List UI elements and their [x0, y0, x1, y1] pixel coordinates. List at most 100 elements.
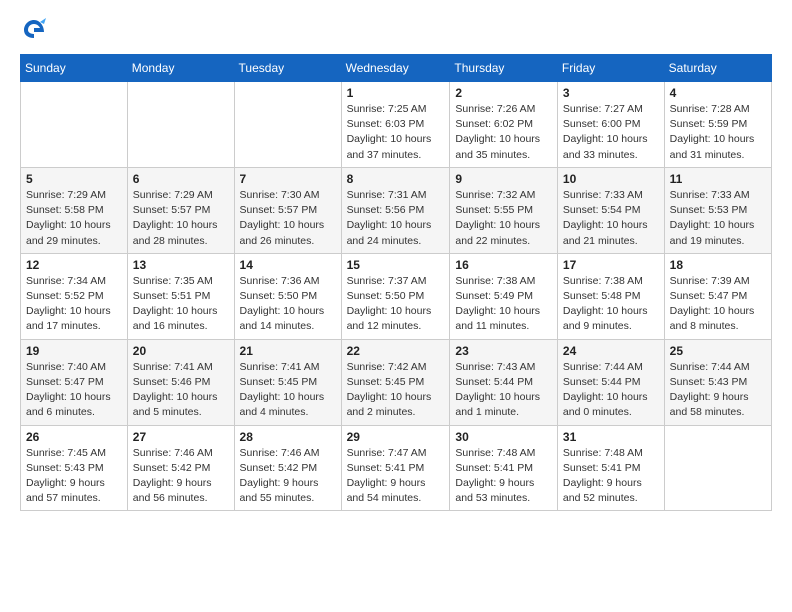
calendar-cell: 12Sunrise: 7:34 AMSunset: 5:52 PMDayligh…: [21, 253, 128, 339]
header-cell-wednesday: Wednesday: [341, 55, 450, 82]
day-number: 31: [563, 430, 659, 444]
day-info: Sunrise: 7:43 AMSunset: 5:44 PMDaylight:…: [455, 360, 552, 421]
calendar-cell: 2Sunrise: 7:26 AMSunset: 6:02 PMDaylight…: [450, 82, 558, 168]
day-info: Sunrise: 7:33 AMSunset: 5:54 PMDaylight:…: [563, 188, 659, 249]
day-info: Sunrise: 7:28 AMSunset: 5:59 PMDaylight:…: [670, 102, 766, 163]
calendar-cell: 5 Sunrise: 7:29 AMSunset: 5:58 PMDaylight…: [21, 167, 128, 253]
day-info: Sunrise: 7:44 AMSunset: 5:44 PMDaylight:…: [563, 360, 659, 421]
logo-icon: [20, 16, 48, 44]
day-number: 20: [133, 344, 229, 358]
header-cell-friday: Friday: [557, 55, 664, 82]
calendar-cell: 15Sunrise: 7:37 AMSunset: 5:50 PMDayligh…: [341, 253, 450, 339]
day-info: Sunrise: 7:25 AMSunset: 6:03 PMDaylight:…: [347, 102, 445, 163]
header-cell-tuesday: Tuesday: [234, 55, 341, 82]
calendar-cell: 3 Sunrise: 7:27 AMSunset: 6:00 PMDaylight…: [557, 82, 664, 168]
day-number: 27: [133, 430, 229, 444]
calendar-cell: 10 Sunrise: 7:33 AMSunset: 5:54 PMDayligh…: [557, 167, 664, 253]
day-info: Sunrise: 7:39 AMSunset: 5:47 PMDaylight:…: [670, 274, 766, 335]
calendar-cell: [21, 82, 128, 168]
calendar-body: 1 Sunrise: 7:25 AMSunset: 6:03 PMDaylight…: [21, 82, 772, 511]
day-number: 26: [26, 430, 122, 444]
day-number: 23: [455, 344, 552, 358]
day-number: 6: [133, 172, 229, 186]
day-info: Sunrise: 7:27 AMSunset: 6:00 PMDaylight:…: [563, 102, 659, 163]
calendar-cell: 13Sunrise: 7:35 AMSunset: 5:51 PMDayligh…: [127, 253, 234, 339]
day-info: Sunrise: 7:46 AMSunset: 5:42 PMDaylight:…: [133, 446, 229, 507]
day-info: Sunrise: 7:30 AMSunset: 5:57 PMDaylight:…: [240, 188, 336, 249]
calendar-cell: 8 Sunrise: 7:31 AMSunset: 5:56 PMDaylight…: [341, 167, 450, 253]
calendar-cell: 20 Sunrise: 7:41 AMSunset: 5:46 PMDayligh…: [127, 339, 234, 425]
day-number: 11: [670, 172, 766, 186]
week-row-2: 5 Sunrise: 7:29 AMSunset: 5:58 PMDaylight…: [21, 167, 772, 253]
day-info: Sunrise: 7:45 AMSunset: 5:43 PMDaylight:…: [26, 446, 122, 507]
day-info: Sunrise: 7:36 AMSunset: 5:50 PMDaylight:…: [240, 274, 336, 335]
day-number: 4: [670, 86, 766, 100]
header-cell-sunday: Sunday: [21, 55, 128, 82]
day-number: 30: [455, 430, 552, 444]
day-number: 28: [240, 430, 336, 444]
calendar-cell: 17Sunrise: 7:38 AMSunset: 5:48 PMDayligh…: [557, 253, 664, 339]
day-info: Sunrise: 7:38 AMSunset: 5:48 PMDaylight:…: [563, 274, 659, 335]
calendar-cell: 25 Sunrise: 7:44 AMSunset: 5:43 PMDayligh…: [664, 339, 771, 425]
header: [20, 16, 772, 44]
calendar-cell: 4 Sunrise: 7:28 AMSunset: 5:59 PMDaylight…: [664, 82, 771, 168]
header-row: SundayMondayTuesdayWednesdayThursdayFrid…: [21, 55, 772, 82]
calendar-cell: 6 Sunrise: 7:29 AMSunset: 5:57 PMDaylight…: [127, 167, 234, 253]
logo: [20, 16, 52, 44]
day-info: Sunrise: 7:29 AMSunset: 5:58 PMDaylight:…: [26, 188, 122, 249]
day-number: 25: [670, 344, 766, 358]
day-number: 18: [670, 258, 766, 272]
day-number: 10: [563, 172, 659, 186]
day-info: Sunrise: 7:40 AMSunset: 5:47 PMDaylight:…: [26, 360, 122, 421]
calendar-cell: [127, 82, 234, 168]
day-info: Sunrise: 7:31 AMSunset: 5:56 PMDaylight:…: [347, 188, 445, 249]
day-info: Sunrise: 7:29 AMSunset: 5:57 PMDaylight:…: [133, 188, 229, 249]
calendar-cell: 29Sunrise: 7:47 AMSunset: 5:41 PMDayligh…: [341, 425, 450, 511]
week-row-3: 12Sunrise: 7:34 AMSunset: 5:52 PMDayligh…: [21, 253, 772, 339]
day-number: 21: [240, 344, 336, 358]
calendar-cell: 18 Sunrise: 7:39 AMSunset: 5:47 PMDayligh…: [664, 253, 771, 339]
day-number: 9: [455, 172, 552, 186]
day-number: 24: [563, 344, 659, 358]
calendar-cell: [664, 425, 771, 511]
day-info: Sunrise: 7:41 AMSunset: 5:45 PMDaylight:…: [240, 360, 336, 421]
day-info: Sunrise: 7:38 AMSunset: 5:49 PMDaylight:…: [455, 274, 552, 335]
day-info: Sunrise: 7:42 AMSunset: 5:45 PMDaylight:…: [347, 360, 445, 421]
header-cell-thursday: Thursday: [450, 55, 558, 82]
calendar-cell: 26 Sunrise: 7:45 AMSunset: 5:43 PMDayligh…: [21, 425, 128, 511]
day-number: 8: [347, 172, 445, 186]
calendar-cell: 27 Sunrise: 7:46 AMSunset: 5:42 PMDayligh…: [127, 425, 234, 511]
calendar-cell: 11 Sunrise: 7:33 AMSunset: 5:53 PMDayligh…: [664, 167, 771, 253]
day-number: 7: [240, 172, 336, 186]
day-info: Sunrise: 7:33 AMSunset: 5:53 PMDaylight:…: [670, 188, 766, 249]
day-number: 2: [455, 86, 552, 100]
day-info: Sunrise: 7:47 AMSunset: 5:41 PMDaylight:…: [347, 446, 445, 507]
calendar-cell: 9 Sunrise: 7:32 AMSunset: 5:55 PMDaylight…: [450, 167, 558, 253]
day-info: Sunrise: 7:41 AMSunset: 5:46 PMDaylight:…: [133, 360, 229, 421]
calendar-cell: 21 Sunrise: 7:41 AMSunset: 5:45 PMDayligh…: [234, 339, 341, 425]
day-number: 3: [563, 86, 659, 100]
calendar-cell: 19 Sunrise: 7:40 AMSunset: 5:47 PMDayligh…: [21, 339, 128, 425]
calendar-cell: 30 Sunrise: 7:48 AMSunset: 5:41 PMDayligh…: [450, 425, 558, 511]
day-number: 14: [240, 258, 336, 272]
day-number: 5: [26, 172, 122, 186]
calendar-cell: [234, 82, 341, 168]
calendar-cell: 24 Sunrise: 7:44 AMSunset: 5:44 PMDayligh…: [557, 339, 664, 425]
day-number: 13: [133, 258, 229, 272]
day-info: Sunrise: 7:48 AMSunset: 5:41 PMDaylight:…: [455, 446, 552, 507]
day-number: 22: [347, 344, 445, 358]
day-number: 19: [26, 344, 122, 358]
calendar-cell: 23 Sunrise: 7:43 AMSunset: 5:44 PMDayligh…: [450, 339, 558, 425]
day-number: 1: [347, 86, 445, 100]
calendar-header: SundayMondayTuesdayWednesdayThursdayFrid…: [21, 55, 772, 82]
day-info: Sunrise: 7:32 AMSunset: 5:55 PMDaylight:…: [455, 188, 552, 249]
calendar-cell: 14 Sunrise: 7:36 AMSunset: 5:50 PMDayligh…: [234, 253, 341, 339]
header-cell-monday: Monday: [127, 55, 234, 82]
calendar-cell: 22 Sunrise: 7:42 AMSunset: 5:45 PMDayligh…: [341, 339, 450, 425]
day-number: 16: [455, 258, 552, 272]
calendar-cell: 1 Sunrise: 7:25 AMSunset: 6:03 PMDaylight…: [341, 82, 450, 168]
calendar-cell: 7 Sunrise: 7:30 AMSunset: 5:57 PMDaylight…: [234, 167, 341, 253]
calendar-table: SundayMondayTuesdayWednesdayThursdayFrid…: [20, 54, 772, 511]
week-row-1: 1 Sunrise: 7:25 AMSunset: 6:03 PMDaylight…: [21, 82, 772, 168]
day-info: Sunrise: 7:44 AMSunset: 5:43 PMDaylight:…: [670, 360, 766, 421]
